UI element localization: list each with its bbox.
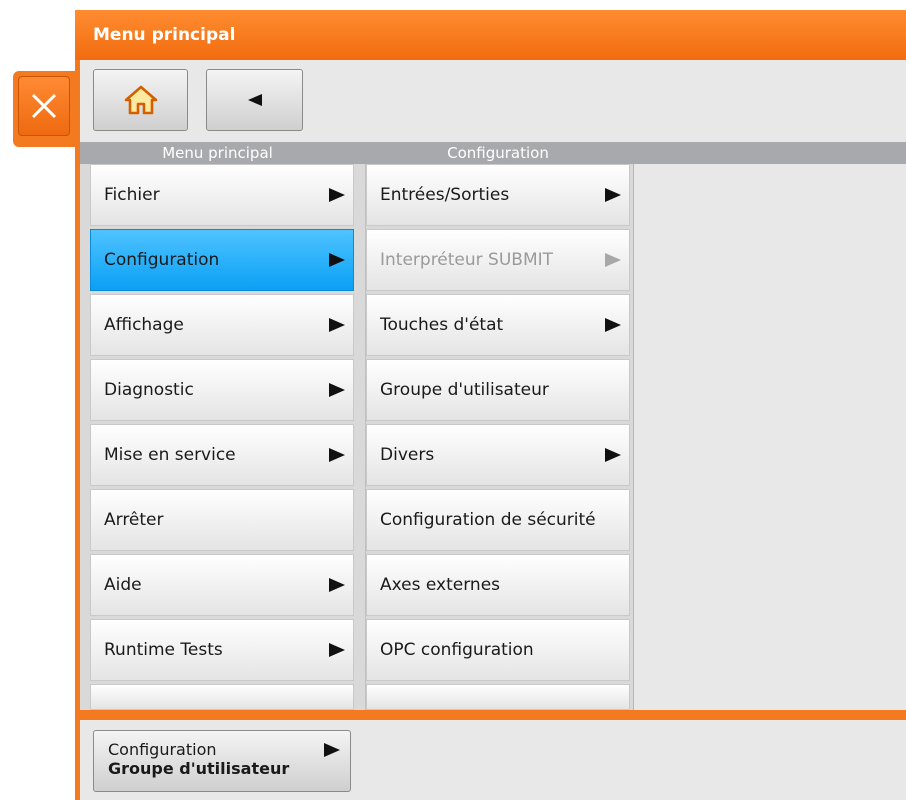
menu-item-label: Interpréteur SUBMIT	[380, 250, 554, 270]
menu-item-label: Arrêter	[104, 510, 164, 530]
menu-item-label: OPC configuration	[380, 640, 534, 660]
config-item-touches-etat[interactable]: Touches d'état	[366, 294, 630, 356]
menu-item-empty	[90, 684, 354, 710]
main-menu-header: Menu principal	[162, 144, 273, 162]
menu-item-label: Divers	[380, 445, 435, 465]
config-item-entrees-sorties[interactable]: Entrées/Sorties	[366, 164, 630, 226]
menu-panel: Menu principal Configuration Fichier Con…	[80, 60, 906, 710]
back-arrow-icon	[247, 94, 262, 106]
config-item-configuration-securite[interactable]: Configuration de sécurité	[366, 489, 630, 551]
submenu-arrow-icon	[329, 448, 345, 462]
menu-item-label: Mise en service	[104, 445, 236, 465]
menu-item-fichier[interactable]: Fichier	[90, 164, 354, 226]
menu-item-label: Affichage	[104, 315, 184, 335]
toolbar	[80, 60, 906, 142]
menu-item-label: Groupe d'utilisateur	[380, 380, 549, 400]
window-title: Menu principal	[75, 10, 906, 60]
menu-item-label: Fichier	[104, 185, 160, 205]
config-item-interpreteur-submit: Interpréteur SUBMIT	[366, 229, 630, 291]
menu-item-label: Diagnostic	[104, 380, 194, 400]
column-header-strip: Menu principal Configuration	[80, 142, 906, 164]
main-menu-window: Menu principal Menu principal Configurat…	[75, 10, 906, 800]
menu-item-arreter[interactable]: Arrêter	[90, 489, 354, 551]
menu-item-label: Aide	[104, 575, 142, 595]
main-menu-column: Fichier Configuration Affichage Diagnost…	[80, 164, 365, 710]
submenu-arrow-icon	[605, 448, 621, 462]
home-icon	[124, 85, 157, 115]
empty-submenu-pane	[633, 164, 906, 710]
menu-item-configuration[interactable]: Configuration	[90, 229, 354, 291]
config-item-divers[interactable]: Divers	[366, 424, 630, 486]
menu-item-label: Touches d'état	[380, 315, 504, 335]
breadcrumb-bar: Configuration Groupe d'utilisateur	[80, 720, 906, 800]
menu-item-affichage[interactable]: Affichage	[90, 294, 354, 356]
menu-item-aide[interactable]: Aide	[90, 554, 354, 616]
breadcrumb-current: Groupe d'utilisateur	[108, 759, 290, 778]
submenu-arrow-icon	[605, 253, 621, 267]
config-item-axes-externes[interactable]: Axes externes	[366, 554, 630, 616]
menu-item-label: Configuration	[104, 250, 220, 270]
config-item-empty	[366, 684, 630, 710]
menu-item-mise-en-service[interactable]: Mise en service	[90, 424, 354, 486]
submenu-arrow-icon	[329, 188, 345, 202]
submenu-arrow-icon	[605, 318, 621, 332]
menu-item-label: Configuration de sécurité	[380, 510, 596, 530]
breadcrumb-button[interactable]: Configuration Groupe d'utilisateur	[93, 730, 351, 792]
home-button[interactable]	[93, 69, 188, 131]
menu-item-diagnostic[interactable]: Diagnostic	[90, 359, 354, 421]
config-item-opc-configuration[interactable]: OPC configuration	[366, 619, 630, 681]
configuration-header: Configuration	[447, 144, 549, 162]
submenu-arrow-icon	[329, 383, 345, 397]
submenu-arrow-icon	[329, 643, 345, 657]
menu-item-label: Axes externes	[380, 575, 501, 595]
submenu-arrow-icon	[329, 253, 345, 267]
submenu-arrow-icon	[329, 318, 345, 332]
close-tab	[13, 71, 77, 147]
config-item-groupe-utilisateur[interactable]: Groupe d'utilisateur	[366, 359, 630, 421]
submenu-arrow-icon	[605, 188, 621, 202]
menu-item-runtime-tests[interactable]: Runtime Tests	[90, 619, 354, 681]
close-icon	[31, 93, 57, 119]
back-button[interactable]	[206, 69, 303, 131]
breadcrumb-parent: Configuration	[108, 740, 217, 759]
menu-item-label: Entrées/Sorties	[380, 185, 510, 205]
submenu-arrow-icon	[324, 743, 340, 757]
configuration-column: Entrées/Sorties Interpréteur SUBMIT Touc…	[365, 164, 634, 710]
menu-item-label: Runtime Tests	[104, 640, 223, 660]
close-button[interactable]	[18, 76, 70, 136]
submenu-arrow-icon	[329, 578, 345, 592]
